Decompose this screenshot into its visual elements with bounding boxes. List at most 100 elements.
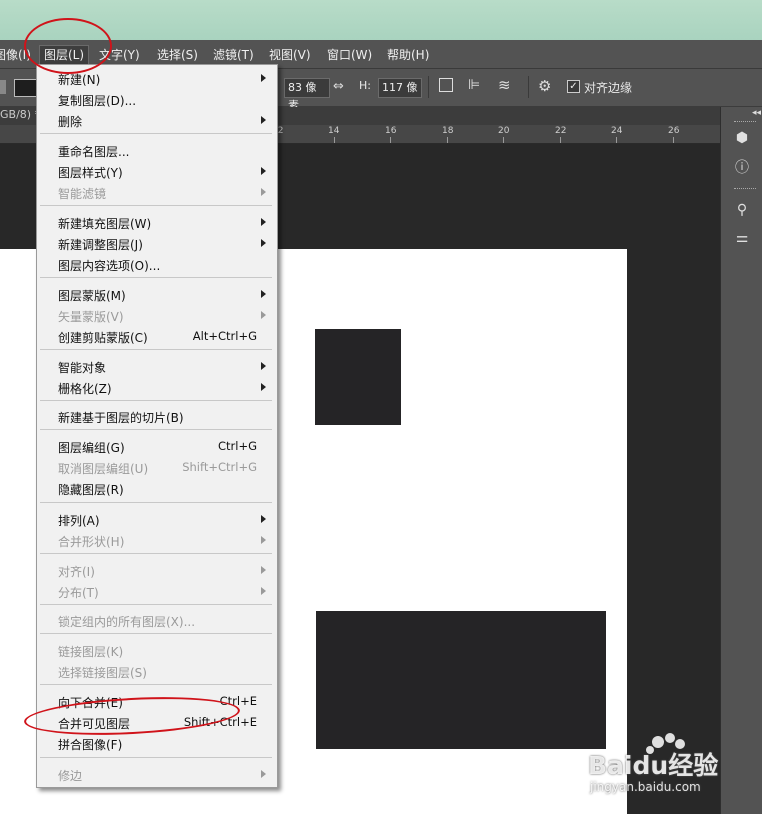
divider xyxy=(528,76,529,98)
path-operations-icon[interactable] xyxy=(439,78,453,92)
submenu-arrow-icon xyxy=(261,74,266,82)
width-field[interactable]: 83 像素 xyxy=(284,78,330,112)
align-edges-checkbox[interactable]: ✓ xyxy=(567,80,580,93)
gear-icon[interactable]: ⚙ xyxy=(538,77,551,95)
ruler-tick-label: 26 xyxy=(668,126,680,136)
menu-item-label: 取消图层编组(U) xyxy=(58,462,149,476)
link-icon[interactable]: ⇔ xyxy=(333,79,344,94)
submenu-arrow-icon xyxy=(261,188,266,196)
menu-item-label: 分布(T) xyxy=(58,586,99,600)
menu-item-new-layer-based-slice[interactable]: 新建基于图层的切片(B) xyxy=(37,406,275,426)
menu-window[interactable]: 窗口(W) xyxy=(327,46,372,64)
menu-item-layer-content-options[interactable]: 图层内容选项(O)... xyxy=(37,254,275,274)
menu-item-select-linked-layers[interactable]: 选择链接图层(S) xyxy=(37,661,275,681)
menu-item-new-adjustment-layer[interactable]: 新建调整图层(J) xyxy=(37,233,275,253)
menu-item-label: 图层内容选项(O)... xyxy=(58,259,161,273)
shape-layer-large-rectangle[interactable] xyxy=(316,611,606,749)
ruler-tick xyxy=(334,137,335,143)
ruler-tick-label: 14 xyxy=(328,126,340,136)
annotation-circle-layer-menu xyxy=(24,18,112,74)
submenu-arrow-icon xyxy=(261,362,266,370)
panel-grip[interactable] xyxy=(734,121,756,124)
menu-item-label: 复制图层(D)... xyxy=(58,94,137,108)
divider xyxy=(428,76,429,98)
menu-separator xyxy=(40,349,272,350)
submenu-arrow-icon xyxy=(261,116,266,124)
menu-item-rasterize[interactable]: 栅格化(Z) xyxy=(37,377,275,397)
submenu-arrow-icon xyxy=(261,311,266,319)
submenu-arrow-icon xyxy=(261,290,266,298)
menu-separator xyxy=(40,553,272,554)
menu-item-link-layers[interactable]: 链接图层(K) xyxy=(37,640,275,660)
menu-item-label: 智能对象 xyxy=(58,361,107,375)
submenu-arrow-icon xyxy=(261,218,266,226)
menu-item-vector-mask[interactable]: 矢量蒙版(V) xyxy=(37,305,275,325)
menu-item-label: 修边 xyxy=(58,769,83,783)
collapse-panel-icon[interactable]: ◂◂ xyxy=(752,108,761,118)
menu-item-distribute[interactable]: 分布(T) xyxy=(37,581,275,601)
menu-item-label: 新建填充图层(W) xyxy=(58,217,152,231)
ruler-tick xyxy=(616,137,617,143)
ruler-tick-label: 18 xyxy=(442,126,454,136)
menu-separator xyxy=(40,604,272,605)
menu-item-matting[interactable]: 修边 xyxy=(37,764,275,784)
menu-item-rename-layer[interactable]: 重命名图层... xyxy=(37,140,275,160)
menu-item-label: 矢量蒙版(V) xyxy=(58,310,124,324)
document-tab[interactable]: GB/8) * xyxy=(0,108,40,121)
ruler-tick-label: 16 xyxy=(385,126,397,136)
menu-separator xyxy=(40,205,272,206)
menu-item-label: 隐藏图层(R) xyxy=(58,483,124,497)
menu-item-label: 删除 xyxy=(58,115,83,129)
menu-select[interactable]: 选择(S) xyxy=(157,46,198,64)
menu-item-label: 选择链接图层(S) xyxy=(58,666,147,680)
menu-filter[interactable]: 滤镜(T) xyxy=(213,46,254,64)
panel-grip[interactable] xyxy=(734,188,756,191)
info-icon[interactable]: ⓘ xyxy=(732,158,752,178)
submenu-arrow-icon xyxy=(261,770,266,778)
menu-item-hide-layers[interactable]: 隐藏图层(R) xyxy=(37,478,275,498)
menu-separator xyxy=(40,684,272,685)
menu-separator xyxy=(40,400,272,401)
submenu-arrow-icon xyxy=(261,515,266,523)
adjustments-icon[interactable]: ⚌ xyxy=(732,228,752,248)
watermark: Baidu经验 jingyan.baidu.com xyxy=(588,728,758,798)
menu-separator xyxy=(40,429,272,430)
align-edges-label: 对齐边缘 xyxy=(584,81,633,95)
menu-item-ungroup-layers[interactable]: 取消图层编组(U) Shift+Ctrl+G xyxy=(37,457,275,477)
watermark-brand: Baidu经验 xyxy=(588,751,719,780)
menu-view[interactable]: 视图(V) xyxy=(269,46,311,64)
menu-item-group-layers[interactable]: 图层编组(G) Ctrl+G xyxy=(37,436,275,456)
ruler-tick xyxy=(673,137,674,143)
shape-layer-small-rectangle[interactable] xyxy=(315,329,401,425)
menu-item-label: 合并形状(H) xyxy=(58,535,125,549)
menu-item-layer-style[interactable]: 图层样式(Y) xyxy=(37,161,275,181)
menu-item-create-clipping-mask[interactable]: 创建剪贴蒙版(C) Alt+Ctrl+G xyxy=(37,326,275,346)
menu-item-label: 栅格化(Z) xyxy=(58,382,112,396)
menu-item-new-fill-layer[interactable]: 新建填充图层(W) xyxy=(37,212,275,232)
menu-help[interactable]: 帮助(H) xyxy=(387,46,429,64)
menu-item-arrange[interactable]: 排列(A) xyxy=(37,509,275,529)
brush-tool-icon[interactable]: ⚲ xyxy=(732,200,752,220)
menu-item-shortcut: Ctrl+G xyxy=(217,439,257,453)
options-label-fragment xyxy=(0,80,6,94)
menu-item-duplicate-layer[interactable]: 复制图层(D)... xyxy=(37,89,275,109)
menu-item-lock-all-layers-in-group[interactable]: 锁定组内的所有图层(X)... xyxy=(37,610,275,630)
menu-item-align[interactable]: 对齐(I) xyxy=(37,560,275,580)
menu-item-smart-filter[interactable]: 智能滤镜 xyxy=(37,182,275,202)
menu-item-layer-mask[interactable]: 图层蒙版(M) xyxy=(37,284,275,304)
ruler-tick-label: 22 xyxy=(555,126,567,136)
menu-item-label: 链接图层(K) xyxy=(58,645,124,659)
menu-item-label: 排列(A) xyxy=(58,514,100,528)
submenu-arrow-icon xyxy=(261,566,266,574)
path-arrangement-icon[interactable]: ≋ xyxy=(498,76,511,94)
menu-item-shortcut: Alt+Ctrl+G xyxy=(192,329,257,343)
watermark-url: jingyan.baidu.com xyxy=(590,780,701,794)
menu-item-smart-object[interactable]: 智能对象 xyxy=(37,356,275,376)
height-field[interactable]: 117 像 xyxy=(378,78,422,98)
ruler-tick xyxy=(447,137,448,143)
menu-item-delete[interactable]: 删除 xyxy=(37,110,275,130)
cube-icon[interactable]: ⬢ xyxy=(732,128,752,148)
menu-item-combine-shapes[interactable]: 合并形状(H) xyxy=(37,530,275,550)
path-alignment-icon[interactable]: ⊫ xyxy=(468,77,480,93)
menu-item-flatten-image[interactable]: 拼合图像(F) xyxy=(37,733,275,753)
